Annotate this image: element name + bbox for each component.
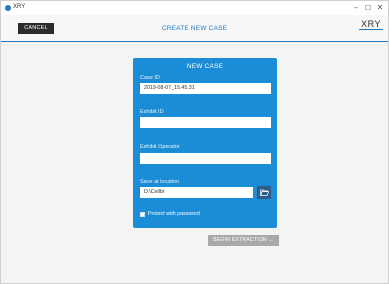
app-logo-icon: [5, 5, 11, 11]
protect-password-label: Protect with password: [148, 211, 200, 217]
folder-open-icon: [259, 189, 269, 196]
title-bar: XRY – ☐ ✕: [1, 1, 388, 15]
exhibit-operator-input[interactable]: [140, 153, 271, 164]
maximize-button[interactable]: ☐: [362, 3, 374, 13]
new-case-card: NEW CASE Case ID Exhibit ID Exhibit Oper…: [133, 58, 277, 228]
protect-password-checkbox[interactable]: [140, 212, 145, 217]
exhibit-id-label: Exhibit ID: [140, 109, 164, 115]
case-id-label: Case ID: [140, 75, 160, 81]
toolbar: CANCEL CREATE NEW CASE XRY: [1, 15, 388, 42]
app-name: XRY: [13, 4, 26, 10]
close-window-button[interactable]: ✕: [374, 3, 386, 13]
page-title: CREATE NEW CASE: [161, 25, 228, 32]
app-window: XRY – ☐ ✕ CANCEL CREATE NEW CASE XRY NEW…: [0, 0, 389, 284]
save-location-label: Save at location: [140, 179, 180, 185]
case-id-input[interactable]: [140, 83, 271, 94]
exhibit-operator-label: Exhibit Operator: [140, 144, 180, 150]
exhibit-id-input[interactable]: [140, 117, 271, 128]
card-title: NEW CASE: [186, 63, 224, 70]
browse-folder-button[interactable]: [257, 186, 271, 199]
minimize-button[interactable]: –: [350, 3, 362, 13]
brand-logo: XRY: [359, 19, 383, 30]
main-content: NEW CASE Case ID Exhibit ID Exhibit Oper…: [1, 42, 388, 283]
save-location-input[interactable]: [140, 187, 253, 198]
begin-extraction-button[interactable]: BEGIN EXTRACTION →: [208, 235, 279, 246]
